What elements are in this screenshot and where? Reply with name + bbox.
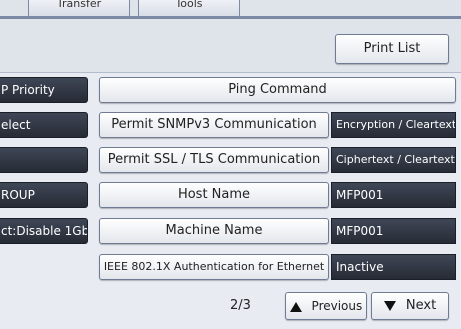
left-item-label: ct:Disable 1Gbps <box>1 224 87 238</box>
left-item-label: P Priority <box>1 83 55 97</box>
page-indicator: 2/3 <box>230 298 251 313</box>
tab-strip: Transfer Tools <box>0 0 461 20</box>
host-name-value: MFP001 <box>331 182 456 208</box>
previous-button[interactable]: Previous <box>285 292 367 320</box>
next-label: Next <box>405 298 437 313</box>
ssl-tls-value: Ciphertext / Cleartext <box>331 147 456 173</box>
ieee-8021x-button[interactable]: IEEE 802.1X Authentication for Ethernet <box>99 254 329 280</box>
left-item-priority[interactable]: P Priority <box>0 77 88 103</box>
host-name-button[interactable]: Host Name <box>99 182 329 208</box>
left-item-group[interactable]: ROUP <box>0 182 88 208</box>
snmpv3-value: Encryption / Cleartext <box>331 112 456 138</box>
tab-tools-label: Tools <box>175 0 203 10</box>
machine-name-value: MFP001 <box>331 218 456 244</box>
settings-panel: Transfer Tools Print List P Priority ele… <box>0 0 461 329</box>
next-button[interactable]: Next <box>371 292 449 320</box>
previous-label: Previous <box>311 299 363 313</box>
ping-command-button[interactable]: Ping Command <box>99 77 456 103</box>
permit-ssl-tls-button[interactable]: Permit SSL / TLS Communication <box>99 147 329 173</box>
tab-transfer-label: Transfer <box>56 0 102 10</box>
left-item-label: elect <box>1 118 31 132</box>
left-item-speed[interactable]: ct:Disable 1Gbps <box>0 218 88 244</box>
ieee-8021x-value: Inactive <box>331 254 456 280</box>
print-list-button[interactable]: Print List <box>335 34 449 64</box>
machine-name-button[interactable]: Machine Name <box>99 218 329 244</box>
tab-strip-divider <box>0 16 461 19</box>
toolbar: Print List <box>0 20 461 73</box>
permit-snmpv3-button[interactable]: Permit SNMPv3 Communication <box>99 112 329 138</box>
left-item-label: ROUP <box>1 188 35 202</box>
left-item-blank[interactable] <box>0 147 88 173</box>
triangle-down-icon <box>383 300 396 311</box>
left-item-select[interactable]: elect <box>0 112 88 138</box>
triangle-up-icon <box>289 301 302 312</box>
